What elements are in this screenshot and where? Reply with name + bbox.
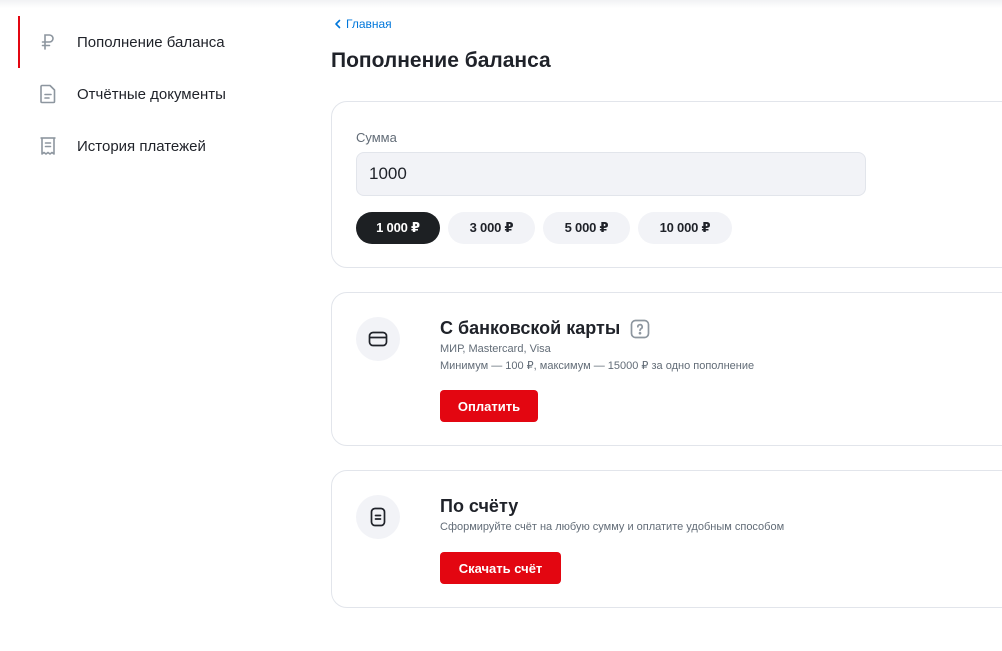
- invoice-icon: [356, 495, 400, 539]
- pay-button[interactable]: Оплатить: [440, 390, 538, 422]
- top-shadow: [0, 0, 1002, 8]
- sidebar: Пополнение баланса Отчётные документы Ис…: [0, 16, 300, 172]
- question-icon[interactable]: [630, 319, 650, 339]
- sidebar-item-reports[interactable]: Отчётные документы: [0, 68, 300, 120]
- amount-preset-chip[interactable]: 10 000 ₽: [638, 212, 732, 244]
- invoice-payment-section: По счёту Сформируйте счёт на любую сумму…: [331, 470, 1002, 608]
- sidebar-item-payment-history[interactable]: История платежей: [0, 120, 300, 172]
- sidebar-item-label: История платежей: [77, 137, 206, 155]
- amount-presets: 1 000 ₽ 3 000 ₽ 5 000 ₽ 10 000 ₽: [356, 212, 732, 244]
- chevron-left-icon: [335, 19, 341, 29]
- sidebar-item-label: Пополнение баланса: [77, 33, 225, 51]
- document-icon: [38, 84, 58, 104]
- page-title: Пополнение баланса: [331, 49, 551, 72]
- card-payment-section: С банковской карты МИР, Mastercard, Visa…: [331, 292, 1002, 446]
- card-payment-title: С банковской карты: [440, 318, 650, 339]
- amount-label: Сумма: [356, 130, 397, 145]
- invoice-payment-title: По счёту: [440, 496, 518, 517]
- card-payment-title-text: С банковской карты: [440, 318, 621, 338]
- amount-preset-chip[interactable]: 1 000 ₽: [356, 212, 440, 244]
- card-payment-limits: Минимум — 100 ₽, максимум — 15000 ₽ за о…: [440, 360, 755, 372]
- sidebar-item-label: Отчётные документы: [77, 85, 226, 103]
- card-icon: [356, 317, 400, 361]
- receipt-icon: [38, 136, 58, 156]
- invoice-payment-title-text: По счёту: [440, 496, 519, 516]
- amount-preset-chip[interactable]: 3 000 ₽: [448, 212, 535, 244]
- sidebar-item-balance-topup[interactable]: Пополнение баланса: [0, 16, 300, 68]
- card-payment-systems: МИР, Mastercard, Visa: [440, 343, 551, 355]
- amount-preset-chip[interactable]: 5 000 ₽: [543, 212, 630, 244]
- invoice-payment-description: Сформируйте счёт на любую сумму и оплати…: [440, 521, 785, 533]
- breadcrumb[interactable]: Главная: [334, 17, 392, 31]
- ruble-icon: [38, 32, 58, 52]
- download-invoice-button[interactable]: Скачать счёт: [440, 552, 561, 584]
- amount-input[interactable]: [356, 152, 866, 196]
- breadcrumb-home-link[interactable]: Главная: [346, 17, 392, 31]
- amount-card: Сумма 1 000 ₽ 3 000 ₽ 5 000 ₽ 10 000 ₽: [331, 101, 1002, 268]
